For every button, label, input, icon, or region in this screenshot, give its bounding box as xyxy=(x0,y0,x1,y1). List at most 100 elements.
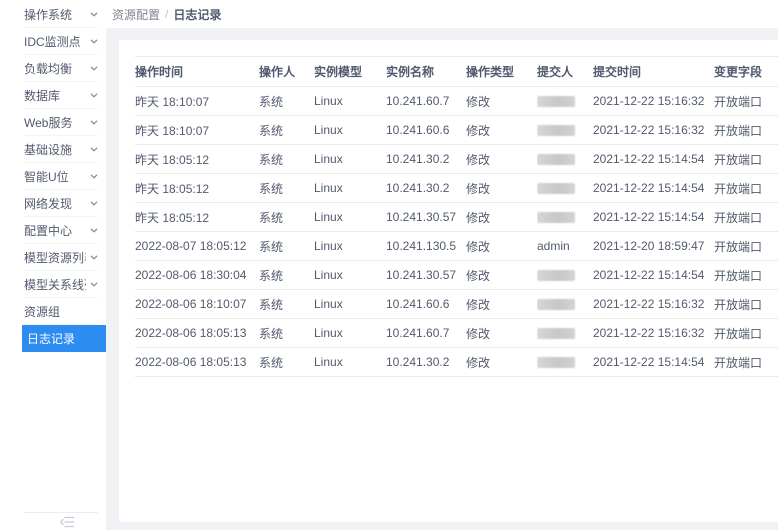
cell-model: Linux xyxy=(314,116,386,145)
cell-field: 开放端口 xyxy=(714,290,778,319)
cell-submit_time: 2021-12-22 15:16:32 xyxy=(593,87,714,116)
cell-action: 修改 xyxy=(466,261,537,290)
sidebar-item-label: 基础设施 xyxy=(24,141,72,158)
cell-operator: 系统 xyxy=(259,348,314,377)
cell-action: 修改 xyxy=(466,174,537,203)
redacted-submitter xyxy=(537,125,575,136)
cell-submit_time: 2021-12-22 15:14:54 xyxy=(593,145,714,174)
sidebar-item-11[interactable]: 资源组 xyxy=(24,298,98,325)
cell-time: 昨天 18:05:12 xyxy=(135,203,259,232)
cell-submit_time: 2021-12-22 15:14:54 xyxy=(593,261,714,290)
cell-model: Linux xyxy=(314,174,386,203)
cell-instance: 10.241.130.5 xyxy=(386,232,466,261)
cell-operator: 系统 xyxy=(259,116,314,145)
sidebar-item-7[interactable]: 网络发现 xyxy=(24,190,98,217)
log-table-card: 操作时间操作人实例模型实例名称操作类型提交人提交时间变更字段 昨天 18:10:… xyxy=(119,40,778,522)
cell-action: 修改 xyxy=(466,145,537,174)
cell-field: 开放端口 xyxy=(714,87,778,116)
chevron-down-icon xyxy=(90,12,98,17)
cell-action: 修改 xyxy=(466,319,537,348)
chevron-down-icon xyxy=(90,174,98,179)
cell-model: Linux xyxy=(314,203,386,232)
cell-submitter xyxy=(537,116,593,145)
sidebar-menu: 操作系统 IDC监测点 负载均衡 数据库 Web xyxy=(0,0,106,352)
cell-time: 昨天 18:05:12 xyxy=(135,174,259,203)
cell-time: 昨天 18:10:07 xyxy=(135,116,259,145)
sidebar-item-6[interactable]: 智能U位 xyxy=(24,163,98,190)
cell-operator: 系统 xyxy=(259,232,314,261)
cell-submit_time: 2021-12-22 15:14:54 xyxy=(593,174,714,203)
column-header-6: 提交时间 xyxy=(593,57,714,87)
table-header-row: 操作时间操作人实例模型实例名称操作类型提交人提交时间变更字段 xyxy=(135,57,778,87)
cell-submit_time: 2021-12-22 15:14:54 xyxy=(593,203,714,232)
cell-action: 修改 xyxy=(466,290,537,319)
sidebar-item-label: 数据库 xyxy=(24,87,60,104)
sidebar-item-label: 模型关系线列.. xyxy=(24,276,86,293)
cell-submitter xyxy=(537,319,593,348)
chevron-down-icon xyxy=(90,93,98,98)
sidebar-item-10[interactable]: 模型关系线列.. xyxy=(24,271,98,298)
cell-instance: 10.241.60.7 xyxy=(386,319,466,348)
cell-field: 开放端口 xyxy=(714,203,778,232)
cell-time: 2022-08-06 18:30:04 xyxy=(135,261,259,290)
menu-fold-icon[interactable] xyxy=(60,516,75,528)
chevron-down-icon xyxy=(90,39,98,44)
cell-instance: 10.241.30.2 xyxy=(386,145,466,174)
sidebar-item-label: Web服务 xyxy=(24,114,72,131)
column-header-4: 操作类型 xyxy=(466,57,537,87)
breadcrumb: 资源配置 / 日志记录 xyxy=(106,0,778,28)
sidebar-item-3[interactable]: 数据库 xyxy=(24,82,98,109)
cell-action: 修改 xyxy=(466,203,537,232)
table-row: 2022-08-06 18:05:13系统Linux10.241.30.2修改2… xyxy=(135,348,778,377)
cell-instance: 10.241.60.7 xyxy=(386,87,466,116)
sidebar-item-label: 网络发现 xyxy=(24,195,72,212)
sidebar-item-5[interactable]: 基础设施 xyxy=(24,136,98,163)
cell-model: Linux xyxy=(314,290,386,319)
cell-field: 开放端口 xyxy=(714,348,778,377)
sidebar-item-12-active[interactable]: 日志记录 xyxy=(22,325,106,352)
column-header-5: 提交人 xyxy=(537,57,593,87)
redacted-submitter xyxy=(537,270,575,281)
cell-submitter xyxy=(537,145,593,174)
cell-time: 昨天 18:10:07 xyxy=(135,87,259,116)
sidebar-item-label: 模型资源列表 xyxy=(24,249,86,266)
chevron-down-icon xyxy=(90,282,98,287)
sidebar-item-1[interactable]: IDC监测点 xyxy=(24,28,98,55)
sidebar-item-9[interactable]: 模型资源列表 xyxy=(24,244,98,271)
breadcrumb-section[interactable]: 资源配置 xyxy=(112,6,160,23)
cell-field: 开放端口 xyxy=(714,145,778,174)
chevron-down-icon xyxy=(90,66,98,71)
table-row: 2022-08-06 18:10:07系统Linux10.241.60.6修改2… xyxy=(135,290,778,319)
cell-field: 开放端口 xyxy=(714,261,778,290)
redacted-submitter xyxy=(537,212,575,223)
cell-submitter xyxy=(537,203,593,232)
cell-action: 修改 xyxy=(466,87,537,116)
redacted-submitter xyxy=(537,154,575,165)
cell-field: 开放端口 xyxy=(714,116,778,145)
table-row: 昨天 18:10:07系统Linux10.241.60.6修改2021-12-2… xyxy=(135,116,778,145)
sidebar-item-4[interactable]: Web服务 xyxy=(24,109,98,136)
sidebar-item-label: 负载均衡 xyxy=(24,60,72,77)
cell-submitter xyxy=(537,174,593,203)
cell-submitter xyxy=(537,290,593,319)
table-row: 昨天 18:10:07系统Linux10.241.60.7修改2021-12-2… xyxy=(135,87,778,116)
redacted-submitter xyxy=(537,183,575,194)
column-header-0: 操作时间 xyxy=(135,57,259,87)
sidebar-item-label: 智能U位 xyxy=(24,168,69,185)
table-row: 昨天 18:05:12系统Linux10.241.30.2修改2021-12-2… xyxy=(135,174,778,203)
cell-operator: 系统 xyxy=(259,203,314,232)
cell-submitter xyxy=(537,348,593,377)
cell-time: 昨天 18:05:12 xyxy=(135,145,259,174)
sidebar-item-2[interactable]: 负载均衡 xyxy=(24,55,98,82)
cell-action: 修改 xyxy=(466,232,537,261)
cell-operator: 系统 xyxy=(259,145,314,174)
cell-operator: 系统 xyxy=(259,87,314,116)
sidebar-item-0[interactable]: 操作系统 xyxy=(24,1,98,28)
chevron-down-icon xyxy=(90,228,98,233)
cell-submit_time: 2021-12-22 15:16:32 xyxy=(593,319,714,348)
sidebar-footer xyxy=(24,512,98,530)
main-area: 资源配置 / 日志记录 操作时间操作人实例模型实例名称操作类型提交人提交时间变更… xyxy=(106,0,778,530)
redacted-submitter xyxy=(537,96,575,107)
sidebar-item-8[interactable]: 配置中心 xyxy=(24,217,98,244)
cell-field: 开放端口 xyxy=(714,232,778,261)
